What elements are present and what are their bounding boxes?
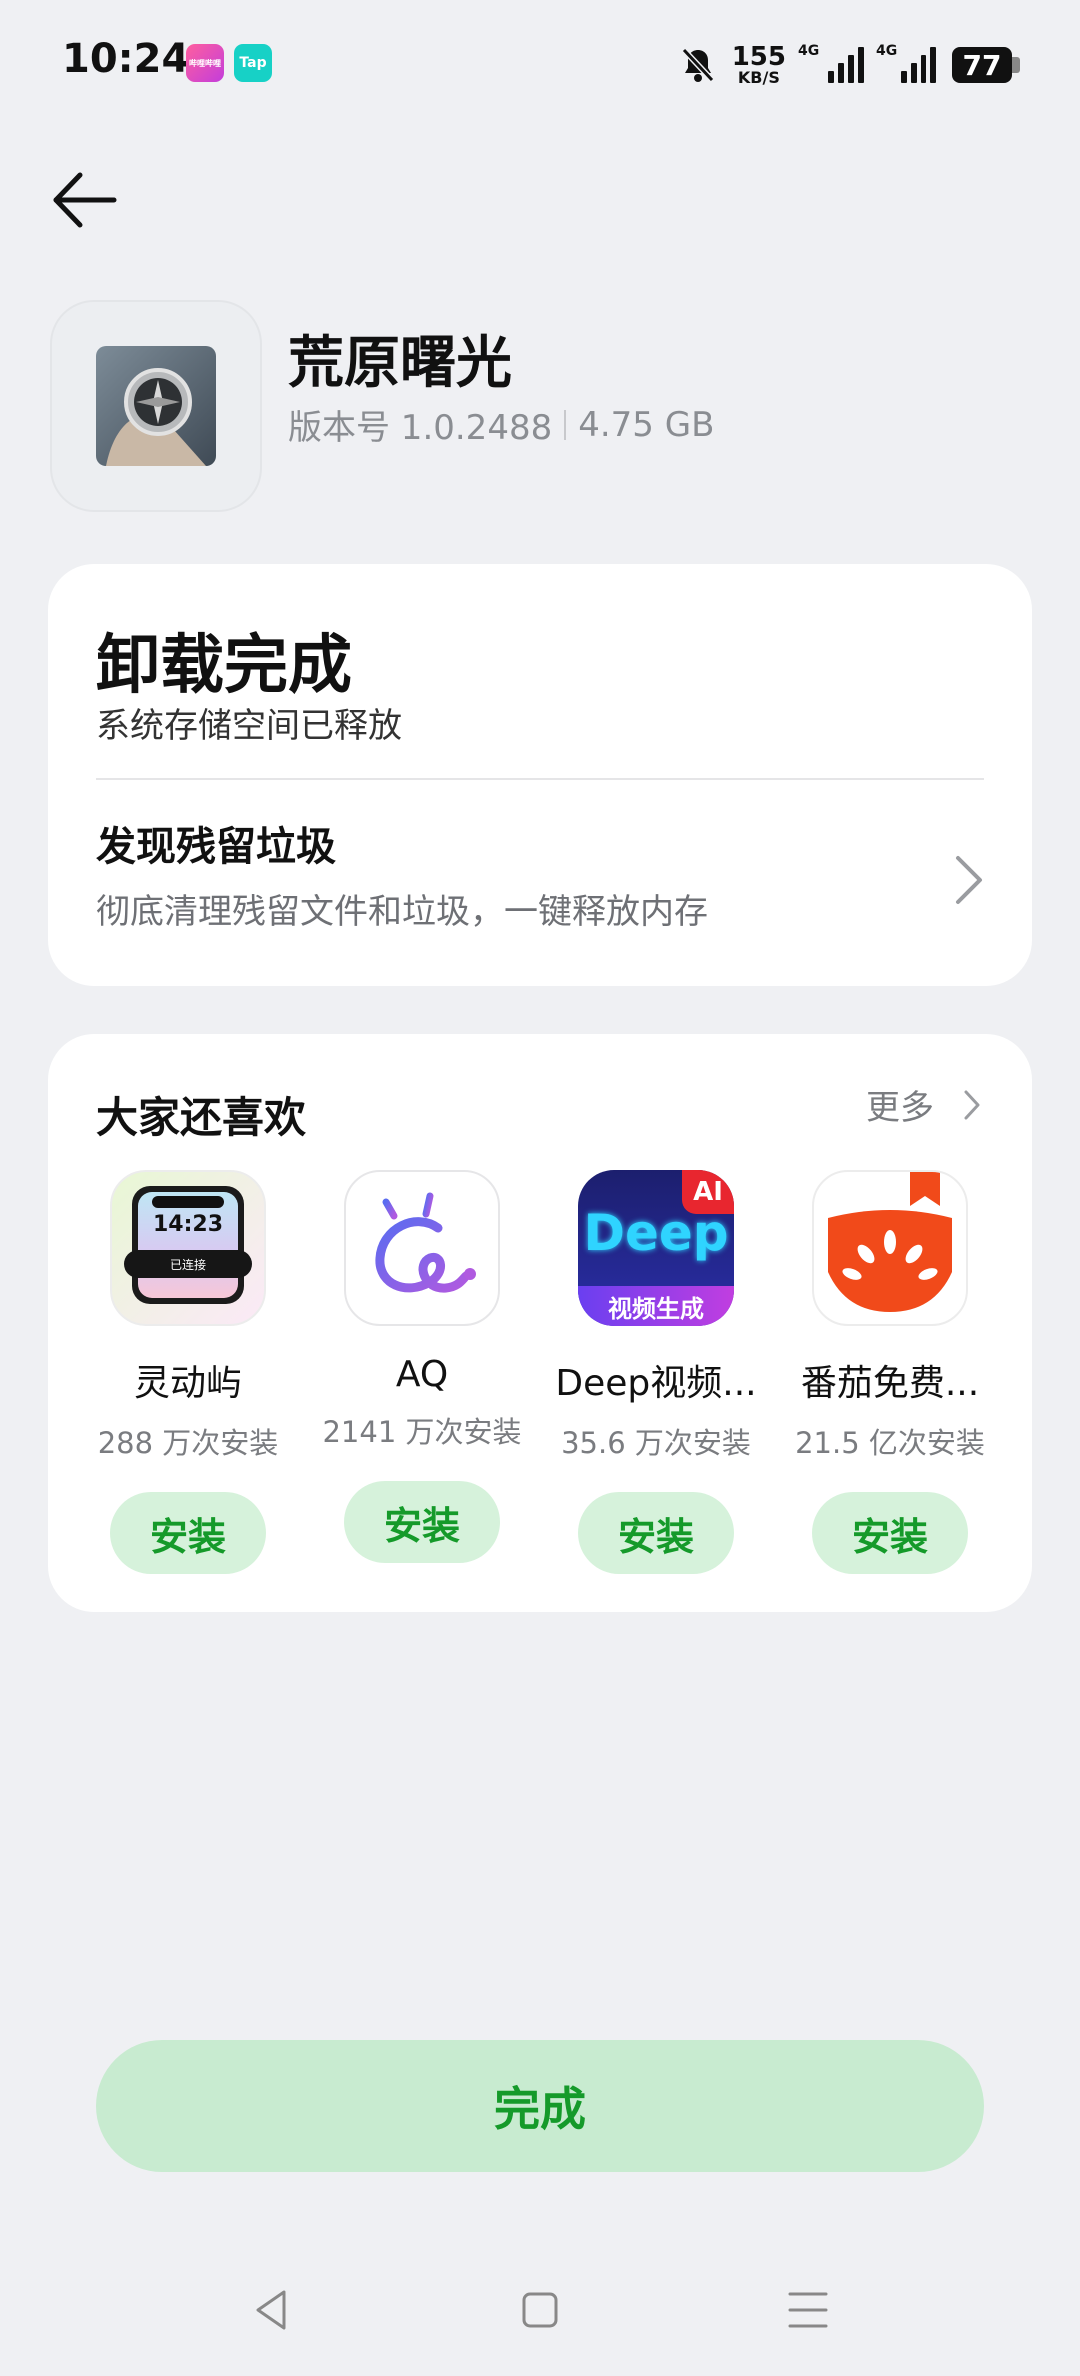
chevron-right-icon: [956, 856, 982, 904]
app-icon: [50, 300, 262, 512]
deep-video-app-icon: AI Deep 视频生成: [578, 1170, 734, 1326]
app-meta: 版本号 1.0.2488 4.75 GB: [288, 400, 714, 449]
rec-app-name: 灵动屿: [133, 1363, 242, 1404]
uninstall-subtitle: 系统存储空间已释放: [96, 706, 402, 746]
triangle-back-icon: [256, 2290, 286, 2330]
network-speed-value: 155: [731, 42, 786, 72]
nav-menu-button[interactable]: [778, 2280, 838, 2340]
rec-app-installs: 35.6 万次安装: [561, 1426, 751, 1460]
recommendations-title: 大家还喜欢: [96, 1093, 307, 1142]
icon-clock-text: 14:23: [152, 1212, 224, 1237]
tomato-novel-app-icon: [812, 1170, 968, 1326]
residue-subtitle: 彻底清理残留文件和垃圾，一键释放内存: [96, 892, 708, 932]
bilibili-app-icon: 哔哩哔哩: [186, 44, 224, 82]
dynamic-island-app-icon: 14:23 已连接: [110, 1170, 266, 1326]
icon-caption: 视频生成: [578, 1286, 734, 1326]
rec-app-name: Deep视频...: [555, 1363, 757, 1404]
rec-app-item[interactable]: AI Deep 视频生成 Deep视频... 35.6 万次安装 安装: [555, 1170, 757, 1574]
rec-app-installs: 21.5 亿次安装: [795, 1426, 985, 1460]
app-version: 版本号 1.0.2488: [288, 408, 553, 448]
residue-title: 发现残留垃圾: [96, 824, 336, 870]
nav-home-button[interactable]: [510, 2280, 570, 2340]
signal-sim1-icon: 4G: [798, 43, 864, 83]
icon-deep-text: Deep: [583, 1204, 729, 1262]
menu-lines-icon: [788, 2292, 828, 2328]
app-size: 4.75 GB: [578, 404, 715, 445]
rec-app-installs: 2141 万次安装: [322, 1415, 522, 1449]
mute-bell-icon: [681, 47, 714, 83]
install-button[interactable]: 安装: [110, 1492, 266, 1574]
nav-back-button[interactable]: [242, 2280, 302, 2340]
square-home-icon: [522, 2292, 558, 2328]
install-button[interactable]: 安装: [578, 1492, 734, 1574]
more-label: 更多: [866, 1088, 934, 1128]
uninstall-result-card: 卸载完成 系统存储空间已释放 发现残留垃圾 彻底清理残留文件和垃圾，一键释放内存: [48, 564, 1032, 986]
install-button[interactable]: 安装: [344, 1481, 500, 1563]
network-speed: 155 KB/S: [732, 44, 786, 86]
bilibili-label: 哔哩哔哩: [189, 58, 221, 68]
arrow-left-icon: [53, 172, 117, 228]
network-speed-unit: KB/S: [737, 68, 780, 87]
compass-app-icon: [96, 346, 216, 466]
taptap-app-icon: Tap: [234, 44, 272, 82]
chevron-right-icon: [964, 1090, 980, 1119]
install-button[interactable]: 安装: [812, 1492, 968, 1574]
rec-app-item[interactable]: AQ 2141 万次安装 安装: [322, 1170, 522, 1563]
more-link[interactable]: 更多: [866, 1080, 982, 1129]
app-name: 荒原曙光: [288, 331, 512, 396]
uninstall-title: 卸载完成: [96, 629, 352, 703]
meta-divider: [564, 409, 567, 440]
status-time: 10:24: [62, 36, 190, 82]
status-right-cluster: 155 KB/S 4G 4G 77: [680, 40, 1020, 90]
done-button[interactable]: 完成: [96, 2040, 984, 2172]
rec-app-name: 番茄免费...: [800, 1363, 980, 1404]
taptap-label: Tap: [239, 55, 267, 71]
battery-icon: 77: [952, 47, 1020, 83]
icon-island-text: 已连接: [169, 1257, 206, 1272]
battery-level: 77: [952, 47, 1012, 83]
residue-cleanup-row[interactable]: 发现残留垃圾 彻底清理残留文件和垃圾，一键释放内存: [48, 780, 1032, 986]
rec-app-installs: 288 万次安装: [97, 1426, 279, 1460]
sim2-label: 4G: [876, 43, 898, 59]
recommendations-card: 大家还喜欢 更多 14:23 已连接 灵动屿 288 万次安装 安装 AQ 21…: [48, 1034, 1032, 1612]
signal-sim2-icon: 4G: [876, 43, 937, 83]
rec-app-name: AQ: [395, 1354, 449, 1395]
sim1-label: 4G: [798, 43, 820, 59]
rec-app-item[interactable]: 番茄免费... 21.5 亿次安装 安装: [790, 1170, 990, 1574]
aq-app-icon: [344, 1170, 500, 1326]
back-button[interactable]: [50, 165, 120, 235]
rec-app-item[interactable]: 14:23 已连接 灵动屿 288 万次安装 安装: [88, 1170, 288, 1574]
